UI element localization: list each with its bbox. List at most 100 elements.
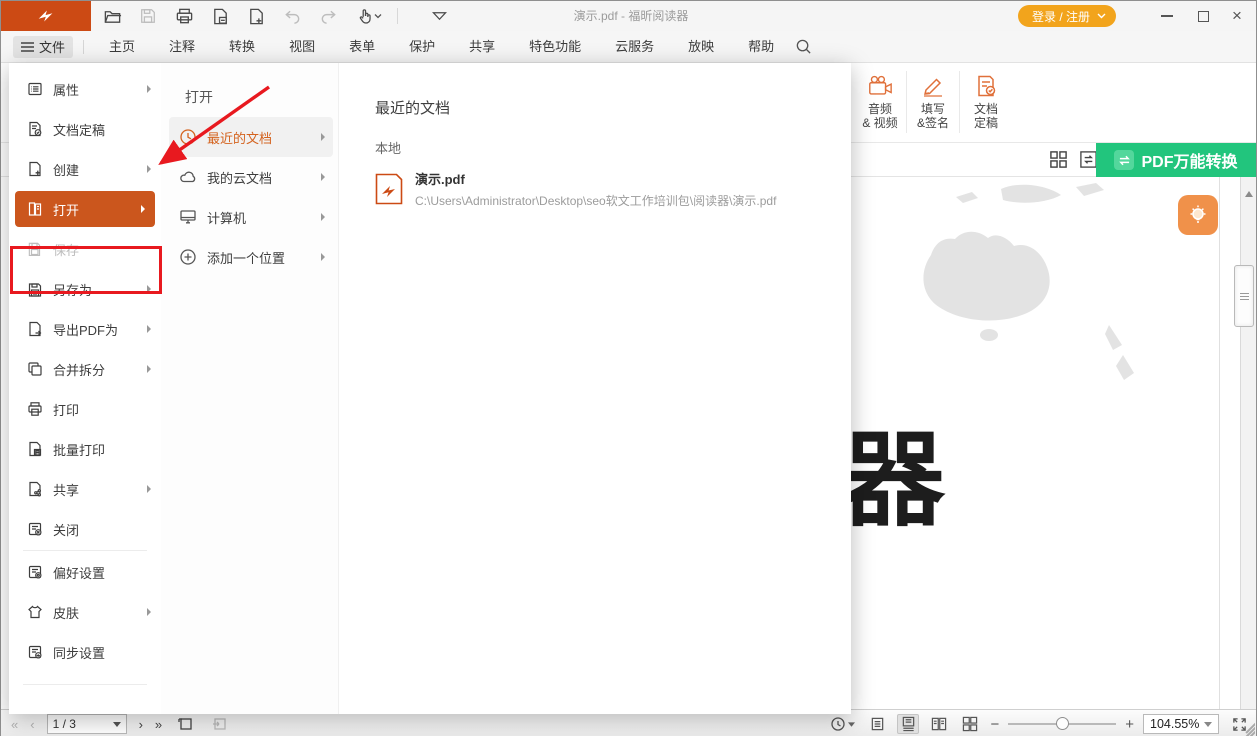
recent-file-item[interactable]: 演示.pdf C:\Users\Administrator\Desktop\se… — [365, 166, 831, 212]
recent-section-label: 本地 — [375, 138, 401, 157]
open-panel-item-add-location[interactable]: 添加一个位置 — [169, 237, 333, 277]
facing-page-icon[interactable] — [928, 714, 950, 734]
file-menu-item-print[interactable]: 打印 — [9, 389, 161, 429]
share-icon — [27, 481, 43, 497]
tab-home[interactable]: 主页 — [92, 31, 152, 63]
redo-icon[interactable] — [315, 4, 341, 28]
file-menu-item-skin[interactable]: 皮肤 — [9, 592, 161, 632]
file-menu-item-create[interactable]: 创建 — [9, 149, 161, 189]
menu-item-label: 文档定稿 — [53, 120, 151, 139]
previous-page-icon[interactable]: ‹ — [30, 717, 34, 732]
ribbon-label: & 视频 — [862, 116, 897, 130]
tab-comment[interactable]: 注释 — [152, 31, 212, 63]
submenu-caret-icon — [147, 485, 151, 493]
previous-view-icon[interactable] — [174, 714, 196, 734]
zoom-slider-knob[interactable] — [1056, 717, 1069, 730]
scrollbar-thumb[interactable] — [1234, 265, 1254, 327]
tab-form[interactable]: 表单 — [332, 31, 392, 63]
annotation-highlight-box — [10, 246, 162, 294]
file-menu-item-batch-print[interactable]: 批量打印 — [9, 429, 161, 469]
submenu-caret-icon — [141, 205, 145, 213]
minimize-button[interactable] — [1150, 1, 1184, 31]
tab-slideshow[interactable]: 放映 — [671, 31, 731, 63]
submenu-caret-icon — [147, 165, 151, 173]
clock-icon — [179, 128, 197, 146]
file-menu-item-share[interactable]: 共享 — [9, 469, 161, 509]
recent-documents-title: 最近的文档 — [375, 97, 450, 118]
thumbnail-grid-icon[interactable] — [1049, 150, 1068, 169]
tab-view[interactable]: 视图 — [272, 31, 332, 63]
read-mode-icon[interactable] — [827, 714, 857, 734]
file-menu-item-close[interactable]: 关闭 — [9, 509, 161, 549]
ribbon-label: 定稿 — [974, 116, 998, 130]
next-page-icon[interactable]: › — [139, 717, 143, 732]
file-menu-item-sync-settings[interactable]: 同步设置 — [9, 632, 161, 672]
menu-item-label: 共享 — [53, 480, 137, 499]
menu-divider — [23, 684, 147, 685]
app-logo[interactable] — [1, 1, 91, 31]
file-menu-item-open[interactable]: 打开 — [15, 191, 155, 227]
file-menu-item-merge-split[interactable]: 合并拆分 — [9, 349, 161, 389]
menu-item-label: 打开 — [53, 200, 131, 219]
ribbon-fill-sign-button[interactable]: 填写&签名 — [907, 65, 959, 139]
open-panel-item-recent[interactable]: 最近的文档 — [169, 117, 333, 157]
file-menu-button[interactable]: 文件 — [13, 36, 73, 58]
search-icon[interactable] — [795, 38, 812, 55]
file-menu-item-preferences[interactable]: 偏好设置 — [9, 552, 161, 592]
zoom-level-select[interactable]: 104.55% — [1143, 714, 1219, 734]
vertical-scrollbar[interactable] — [1240, 177, 1256, 709]
hand-tool-icon[interactable] — [351, 4, 387, 28]
open-panel-item-cloud[interactable]: 我的云文档 — [169, 157, 333, 197]
open-panel-item-computer[interactable]: 计算机 — [169, 197, 333, 237]
menu-divider — [23, 550, 147, 551]
tab-help[interactable]: 帮助 — [731, 31, 791, 63]
submenu-caret-icon — [147, 85, 151, 93]
tab-features[interactable]: 特色功能 — [512, 31, 598, 63]
lightbulb-icon — [1186, 203, 1210, 227]
resize-grip[interactable] — [1241, 722, 1255, 736]
batch-print-icon — [27, 441, 43, 457]
ribbon-audio-video-button[interactable]: 音频& 视频 — [854, 65, 906, 139]
first-page-icon[interactable]: « — [11, 717, 18, 732]
save-icon[interactable] — [135, 4, 161, 28]
menu-item-label: 批量打印 — [53, 440, 151, 459]
continuous-page-icon[interactable] — [897, 714, 919, 734]
export-icon — [27, 321, 43, 337]
close-document-icon[interactable] — [207, 4, 233, 28]
ribbon-label: 音频 — [868, 102, 892, 116]
menu-item-label: 属性 — [53, 80, 137, 99]
tab-protect[interactable]: 保护 — [392, 31, 452, 63]
file-menu-item-doc-finalize[interactable]: 文档定稿 — [9, 109, 161, 149]
tab-convert[interactable]: 转换 — [212, 31, 272, 63]
new-document-icon[interactable] — [243, 4, 269, 28]
submenu-caret-icon — [321, 173, 325, 181]
ribbon-doc-finalize-button[interactable]: 文档定稿 — [960, 65, 1012, 139]
document-check-icon — [974, 74, 998, 98]
zoom-slider[interactable] — [1008, 723, 1116, 725]
menu-item-label: 导出PDF为 — [53, 320, 137, 339]
continuous-facing-icon[interactable] — [959, 714, 981, 734]
maximize-button[interactable] — [1186, 1, 1220, 31]
tab-share[interactable]: 共享 — [452, 31, 512, 63]
undo-icon[interactable] — [279, 4, 305, 28]
single-page-icon[interactable] — [866, 714, 888, 734]
tips-lightbulb-button[interactable] — [1178, 195, 1218, 235]
scroll-up-icon[interactable] — [1245, 191, 1253, 197]
file-menu-item-properties[interactable]: 属性 — [9, 69, 161, 109]
next-view-icon[interactable] — [208, 714, 230, 734]
page-number-select[interactable]: 1 / 3 — [47, 714, 127, 734]
login-button[interactable]: 登录 / 注册 — [1018, 5, 1116, 27]
close-window-button[interactable]: × — [1220, 1, 1254, 31]
convert-arrows-icon — [1114, 150, 1134, 170]
last-page-icon[interactable]: » — [155, 717, 162, 732]
document-headline-fragment: 器 — [841, 395, 943, 546]
open-file-icon[interactable] — [99, 4, 125, 28]
zoom-out-icon[interactable]: − — [990, 716, 999, 733]
zoom-in-icon[interactable]: + — [1125, 716, 1134, 733]
tab-cloud[interactable]: 云服务 — [598, 31, 671, 63]
pdf-convert-button[interactable]: PDF万能转换 — [1096, 143, 1256, 177]
hand-tool-dropdown-icon — [374, 13, 382, 19]
file-menu-item-export-pdf[interactable]: 导出PDF为 — [9, 309, 161, 349]
print-icon[interactable] — [171, 4, 197, 28]
menu-bar: 文件 主页 注释 转换 视图 表单 保护 共享 特色功能 云服务 放映 帮助 — [1, 31, 1256, 63]
